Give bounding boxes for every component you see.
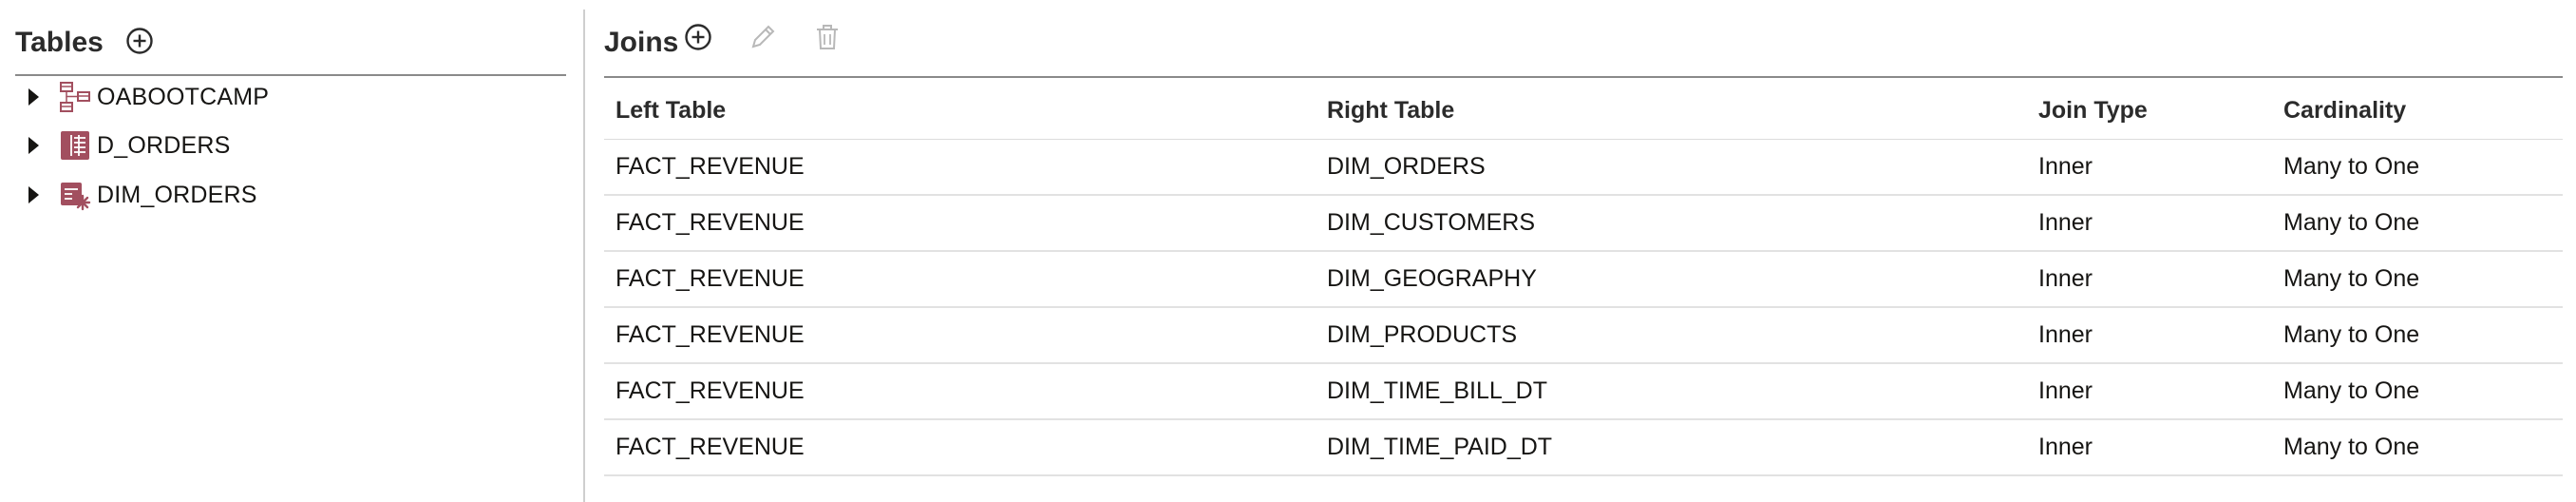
tables-header: Tables: [15, 21, 566, 76]
cell-cardinality: Many to One: [2272, 251, 2563, 308]
cell-join-type: Inner: [2027, 419, 2272, 476]
tables-panel: Tables OABOOTCAMP D_ORDERS DIM_ORDERS: [0, 0, 581, 502]
cell-left-table: FACT_REVENUE: [604, 363, 1316, 420]
column-header-cardinality[interactable]: Cardinality: [2272, 82, 2563, 140]
panel-splitter[interactable]: [583, 10, 585, 502]
table-row[interactable]: FACT_REVENUE DIM_ORDERS Inner Many to On…: [604, 139, 2563, 196]
table-row[interactable]: FACT_REVENUE DIM_PRODUCTS Inner Many to …: [604, 307, 2563, 364]
cell-join-type: Inner: [2027, 195, 2272, 252]
cell-join-type: Inner: [2027, 139, 2272, 196]
table-row[interactable]: FACT_REVENUE DIM_TIME_BILL_DT Inner Many…: [604, 363, 2563, 420]
cell-cardinality: Many to One: [2272, 307, 2563, 364]
cell-join-type: Inner: [2027, 363, 2272, 420]
dimension-table-icon: [59, 179, 91, 211]
cell-left-table: FACT_REVENUE: [604, 251, 1316, 308]
cell-cardinality: Many to One: [2272, 195, 2563, 252]
cell-right-table: DIM_CUSTOMERS: [1316, 195, 2027, 252]
tree-item-dim-orders[interactable]: DIM_ORDERS: [25, 174, 557, 216]
table-row[interactable]: FACT_REVENUE DIM_GEOGRAPHY Inner Many to…: [604, 251, 2563, 308]
cell-right-table: DIM_GEOGRAPHY: [1316, 251, 2027, 308]
column-header-left-table[interactable]: Left Table: [604, 82, 1316, 140]
fact-table-icon: [59, 129, 91, 162]
cell-right-table: DIM_TIME_PAID_DT: [1316, 419, 2027, 476]
tree-item-d-orders[interactable]: D_ORDERS: [25, 125, 557, 166]
joins-table: Left Table Right Table Join Type Cardina…: [604, 82, 2563, 476]
cell-left-table: FACT_REVENUE: [604, 307, 1316, 364]
cell-cardinality: Many to One: [2272, 363, 2563, 420]
expand-caret-icon[interactable]: [25, 183, 42, 207]
tree-item-label: OABOOTCAMP: [97, 83, 270, 110]
tree-item-oabootcamp[interactable]: OABOOTCAMP: [25, 76, 557, 118]
tables-title: Tables: [15, 27, 104, 58]
cell-left-table: FACT_REVENUE: [604, 139, 1316, 196]
joins-header: Joins: [604, 13, 2563, 78]
table-header-row: Left Table Right Table Join Type Cardina…: [604, 82, 2563, 140]
add-table-button[interactable]: [123, 25, 156, 57]
model-editor: Tables OABOOTCAMP D_ORDERS DIM_ORDERS Jo…: [0, 0, 2576, 502]
joins-title: Joins: [604, 27, 679, 58]
column-header-right-table[interactable]: Right Table: [1316, 82, 2027, 140]
cell-join-type: Inner: [2027, 251, 2272, 308]
cell-join-type: Inner: [2027, 307, 2272, 364]
expand-caret-icon[interactable]: [25, 133, 42, 158]
tree-item-label: DIM_ORDERS: [97, 181, 257, 208]
trash-icon: [817, 25, 838, 49]
cell-right-table: DIM_ORDERS: [1316, 139, 2027, 196]
edit-join-button[interactable]: [747, 21, 779, 53]
schema-icon: [59, 81, 91, 113]
expand-caret-icon[interactable]: [25, 85, 42, 109]
plus-circle-icon: [126, 28, 153, 54]
tree-item-label: D_ORDERS: [97, 131, 231, 159]
cell-left-table: FACT_REVENUE: [604, 419, 1316, 476]
table-row[interactable]: FACT_REVENUE DIM_TIME_PAID_DT Inner Many…: [604, 419, 2563, 476]
cell-cardinality: Many to One: [2272, 419, 2563, 476]
table-row[interactable]: FACT_REVENUE DIM_CUSTOMERS Inner Many to…: [604, 195, 2563, 252]
plus-circle-icon: [685, 24, 711, 50]
cell-right-table: DIM_PRODUCTS: [1316, 307, 2027, 364]
cell-left-table: FACT_REVENUE: [604, 195, 1316, 252]
cell-right-table: DIM_TIME_BILL_DT: [1316, 363, 2027, 420]
pencil-icon: [751, 25, 775, 48]
cell-cardinality: Many to One: [2272, 139, 2563, 196]
column-header-join-type[interactable]: Join Type: [2027, 82, 2272, 140]
add-join-button[interactable]: [682, 21, 714, 53]
joins-panel: Joins Left Table Right Table Join Type C…: [604, 0, 2563, 502]
delete-join-button[interactable]: [811, 21, 843, 53]
